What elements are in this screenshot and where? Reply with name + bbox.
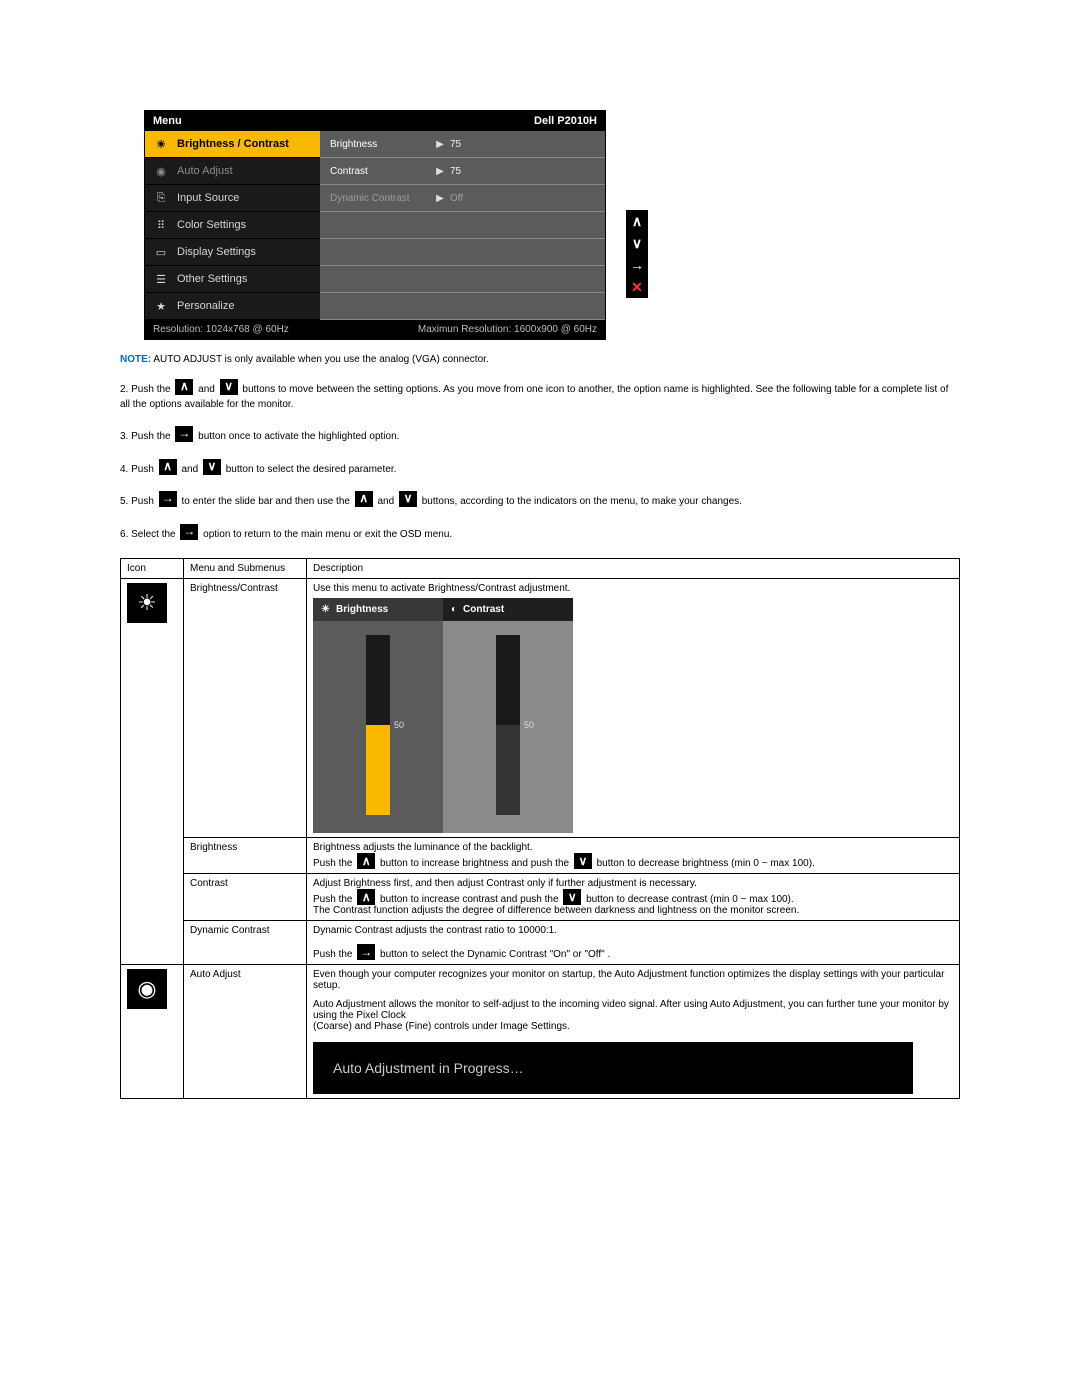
- enter-icon: →: [357, 944, 375, 960]
- osd-row-brightness: Brightness ▶ 75: [320, 131, 605, 158]
- contrast-bar: 50: [496, 635, 520, 815]
- menu-item-brightness-contrast: Brightness / Contrast: [145, 131, 320, 158]
- brightness-big-icon: [127, 583, 167, 623]
- note-text: AUTO ADJUST is only available when you u…: [153, 354, 488, 365]
- icon-cell-brightness: [121, 579, 184, 965]
- enter-button-icon: →: [626, 254, 648, 276]
- osd-side-buttons: ∧ ∨ → ✕: [626, 210, 648, 298]
- icon-cell-autoadjust: [121, 965, 184, 1099]
- menu-item-other-settings: Other Settings: [145, 266, 320, 293]
- auto-adjust-icon: [153, 165, 169, 178]
- up-icon: ∧: [175, 379, 193, 395]
- exit-button-icon: ✕: [626, 276, 648, 298]
- input-source-icon: [153, 192, 169, 205]
- auto-adjust-progress: Auto Adjustment in Progress…: [313, 1042, 913, 1094]
- up-icon: ∧: [159, 459, 177, 475]
- row-auto-desc: Even though your computer recognizes you…: [307, 965, 960, 1099]
- up-icon: ∧: [357, 853, 375, 869]
- row-dyn-name: Dynamic Contrast: [184, 921, 307, 965]
- osd-resolution-current: Resolution: 1024x768 @ 60Hz: [153, 324, 289, 335]
- osd-model: Dell P2010H: [534, 115, 597, 127]
- up-button-icon: ∧: [626, 210, 648, 232]
- contrast-icon: [451, 604, 457, 615]
- arrow-right-icon: ▶: [430, 193, 450, 204]
- th-menu: Menu and Submenus: [184, 559, 307, 579]
- menu-item-display-settings: Display Settings: [145, 239, 320, 266]
- brightness-icon: [153, 138, 169, 151]
- osd-options-table: Icon Menu and Submenus Description Brigh…: [120, 558, 960, 1099]
- brightness-icon: [321, 604, 330, 615]
- menu-item-color-settings: Color Settings: [145, 212, 320, 239]
- th-desc: Description: [307, 559, 960, 579]
- menu-item-input-source: Input Source: [145, 185, 320, 212]
- row-contrast-desc: Adjust Brightness first, and then adjust…: [307, 874, 960, 921]
- osd-resolution-max: Maximun Resolution: 1600x900 @ 60Hz: [418, 324, 597, 335]
- osd-title: Menu: [153, 115, 182, 127]
- up-icon: ∧: [357, 889, 375, 905]
- down-icon: ∨: [220, 379, 238, 395]
- enter-icon: →: [175, 426, 193, 442]
- up-icon: ∧: [355, 491, 373, 507]
- bc-panel: Brightness Contrast 50: [313, 598, 573, 833]
- row-bc-desc: Use this menu to activate Brightness/Con…: [307, 579, 960, 838]
- osd-row-dynamic-contrast: Dynamic Contrast ▶ Off: [320, 185, 605, 212]
- color-settings-icon: [153, 219, 169, 232]
- row-contrast-name: Contrast: [184, 874, 307, 921]
- step-3: 3. Push the → button once to activate th…: [120, 426, 960, 445]
- other-settings-icon: [153, 273, 169, 286]
- row-bc-name: Brightness/Contrast: [184, 579, 307, 838]
- step-2: 2. Push the ∧ and ∨ buttons to move betw…: [120, 379, 960, 412]
- note-line: NOTE: AUTO ADJUST is only available when…: [120, 354, 960, 365]
- enter-icon: →: [180, 524, 198, 540]
- down-icon: ∨: [203, 459, 221, 475]
- osd-row-contrast: Contrast ▶ 75: [320, 158, 605, 185]
- personalize-icon: [153, 300, 169, 313]
- enter-icon: →: [159, 491, 177, 507]
- display-settings-icon: [153, 246, 169, 259]
- arrow-right-icon: ▶: [430, 166, 450, 177]
- auto-adjust-big-icon: [127, 969, 167, 1009]
- step-4: 4. Push ∧ and ∨ button to select the des…: [120, 459, 960, 478]
- row-auto-name: Auto Adjust: [184, 965, 307, 1099]
- row-brightness-desc: Brightness adjusts the luminance of the …: [307, 838, 960, 874]
- down-icon: ∨: [399, 491, 417, 507]
- osd-menu-screenshot: Menu Dell P2010H Brightness / Contrast A…: [144, 110, 606, 340]
- menu-item-personalize: Personalize: [145, 293, 320, 320]
- note-label: NOTE:: [120, 354, 151, 365]
- step-5: 5. Push → to enter the slide bar and the…: [120, 491, 960, 510]
- row-brightness-name: Brightness: [184, 838, 307, 874]
- brightness-bar: 50: [366, 635, 390, 815]
- step-6: 6. Select the → option to return to the …: [120, 524, 960, 543]
- down-icon: ∨: [563, 889, 581, 905]
- down-button-icon: ∨: [626, 232, 648, 254]
- arrow-right-icon: ▶: [430, 139, 450, 150]
- th-icon: Icon: [121, 559, 184, 579]
- row-dyn-desc: Dynamic Contrast adjusts the contrast ra…: [307, 921, 960, 965]
- down-icon: ∨: [574, 853, 592, 869]
- menu-item-auto-adjust: Auto Adjust: [145, 158, 320, 185]
